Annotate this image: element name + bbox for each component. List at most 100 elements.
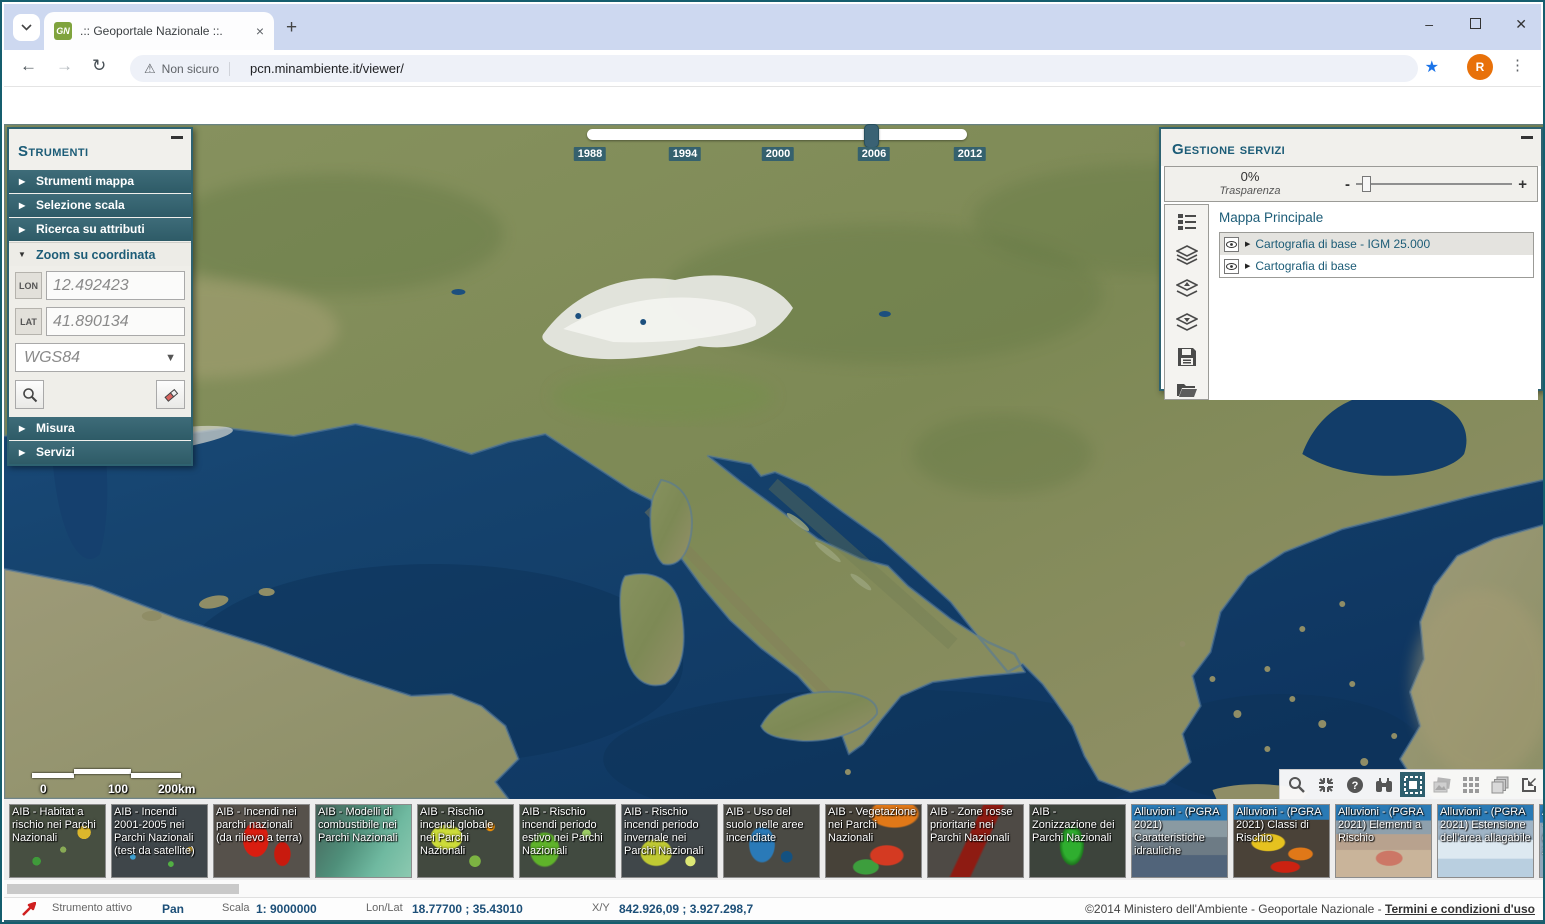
grid-icon: [1462, 776, 1480, 794]
thumbnail-scrollbar-track[interactable]: [4, 880, 1545, 897]
accordion-selezione-scala[interactable]: ▶Selezione scala: [9, 194, 191, 217]
layer-thumbnail[interactable]: AIB - Vegetazione nei Parchi Nazionali: [825, 804, 922, 878]
layer-thumbnail[interactable]: AIB - Rischio incendi periodo estivo nei…: [519, 804, 616, 878]
layer-thumbnail[interactable]: AIB - Habitat a rischio nei Parchi Nazio…: [9, 804, 106, 878]
chevron-down-icon: ▼: [18, 243, 26, 267]
chevron-right-icon[interactable]: ▶: [1245, 262, 1250, 270]
layer-row-cartografia-base[interactable]: ▶ Cartografia di base: [1220, 255, 1533, 277]
tools-panel-title: Strumenti: [9, 129, 191, 170]
layer-row-igm25000[interactable]: ▶ Cartografia di base - IGM 25.000: [1220, 233, 1533, 255]
red-arrow-icon: [22, 902, 36, 916]
forward-button[interactable]: →: [56, 56, 73, 76]
legend-icon[interactable]: [1177, 213, 1197, 236]
transparency-slider-track[interactable]: [1356, 183, 1512, 185]
window-minimize-button[interactable]: –: [1425, 16, 1433, 32]
panel-minimize-button[interactable]: [171, 136, 183, 139]
crs-value: WGS84: [24, 349, 80, 367]
timeline-slider-track[interactable]: [587, 129, 967, 140]
window-maximize-button[interactable]: [1470, 16, 1481, 32]
grid-button[interactable]: [1458, 772, 1483, 797]
layer-label[interactable]: Cartografia di base: [1255, 259, 1356, 273]
panel-minimize-button[interactable]: [1521, 136, 1533, 139]
accordion-servizi[interactable]: ▶ Servizi: [9, 441, 191, 464]
thumbnail-label: Alluvioni - (PGRA 2021): [1540, 805, 1545, 859]
zoom-box-button[interactable]: [1284, 772, 1309, 797]
scale-label: 0: [40, 782, 47, 796]
browser-tab[interactable]: GN .:: Geoportale Nazionale ::. ×: [44, 12, 274, 50]
url-text[interactable]: pcn.minambiente.it/viewer/: [250, 61, 404, 76]
transparency-minus-button[interactable]: -: [1345, 176, 1350, 193]
accordion-zoom-coordinata[interactable]: ▼Zoom su coordinata: [9, 242, 191, 266]
lon-input[interactable]: [46, 271, 185, 300]
timeline-year-label: 2012: [954, 147, 986, 161]
chevron-down-icon: [21, 24, 32, 31]
overview-map-button[interactable]: [1400, 772, 1425, 797]
services-icon-toolbar: [1164, 204, 1209, 400]
accordion-ricerca-attributi[interactable]: ▶Ricerca su attributi: [9, 218, 191, 241]
chevron-right-icon: ▶: [19, 170, 25, 193]
transparency-slider-thumb[interactable]: [1362, 176, 1371, 192]
help-button[interactable]: ?: [1342, 772, 1367, 797]
security-label[interactable]: Non sicuro: [162, 62, 230, 76]
profile-avatar[interactable]: R: [1467, 54, 1493, 80]
transparency-plus-button[interactable]: +: [1518, 176, 1527, 193]
thumbnail-label: Alluvioni - (PGRA 2021) Estensione dell'…: [1438, 805, 1533, 846]
accordion-misura[interactable]: ▶Misura: [9, 417, 191, 440]
layer-thumbnail[interactable]: AIB - Modelli di combustibile nei Parchi…: [315, 804, 412, 878]
thumbnail-label: AIB - Rischio incendi globale nei Parchi…: [418, 805, 513, 859]
find-button[interactable]: [1371, 772, 1396, 797]
timeline-slider-thumb[interactable]: [864, 124, 879, 148]
layer-thumbnail[interactable]: AIB - Zonizzazione dei Parchi Nazionali: [1029, 804, 1126, 878]
accordion-label: Servizi: [36, 445, 75, 459]
layer-thumbnail[interactable]: AIB - Incendi nei parchi nazionali (da r…: [213, 804, 310, 878]
layer-label[interactable]: Cartografia di base - IGM 25.000: [1255, 237, 1430, 251]
layer-visibility-toggle[interactable]: [1224, 259, 1239, 274]
map-viewport[interactable]: 1988 1994 2000 2006 2012 Strumenti ▶Stru…: [4, 124, 1545, 799]
transparency-control: 0% Trasparenza - +: [1164, 166, 1538, 202]
layer-thumbnail[interactable]: AIB - Rischio incendi globale nei Parchi…: [417, 804, 514, 878]
export-button[interactable]: [1516, 772, 1541, 797]
save-map-icon[interactable]: [1177, 347, 1197, 372]
clear-coordinate-button[interactable]: [156, 380, 185, 409]
chevron-down-icon: ▼: [165, 352, 176, 364]
back-button[interactable]: ←: [20, 56, 37, 76]
layer-thumbnail-strip: AIB - Habitat a rischio nei Parchi Nazio…: [4, 799, 1545, 880]
bookmark-star-icon[interactable]: ★: [1425, 57, 1439, 77]
lat-input[interactable]: [46, 307, 185, 336]
chevron-right-icon: ▶: [19, 441, 25, 464]
images-button[interactable]: [1429, 772, 1454, 797]
terms-link[interactable]: Termini e condizioni d'uso: [1385, 902, 1535, 916]
layer-thumbnail[interactable]: Alluvioni - (PGRA 2021) Caratteristiche …: [1131, 804, 1228, 878]
layer-thumbnail[interactable]: AIB - Incendi 2001-2005 nei Parchi Nazio…: [111, 804, 208, 878]
binoculars-icon: [1375, 776, 1393, 794]
thumbnail-scrollbar-thumb[interactable]: [7, 884, 239, 894]
layer-visibility-toggle[interactable]: [1224, 237, 1239, 252]
zoom-to-coordinate-button[interactable]: [15, 380, 44, 409]
new-tab-button[interactable]: +: [286, 17, 297, 39]
page-header-strip: [4, 88, 1541, 124]
layer-thumbnail[interactable]: AIB - Rischio incendi periodo invernale …: [621, 804, 718, 878]
crs-select[interactable]: WGS84 ▼: [15, 343, 185, 372]
lower-layer-icon[interactable]: [1176, 313, 1198, 338]
add-layers-icon[interactable]: [1176, 245, 1198, 270]
layer-thumbnail[interactable]: Alluvioni - (PGRA 2021) Estensione dell'…: [1437, 804, 1534, 878]
window-close-button[interactable]: ✕: [1515, 16, 1527, 33]
chevron-right-icon[interactable]: ▶: [1245, 240, 1250, 248]
layer-thumbnail[interactable]: AIB - Zone rosse prioritarie nei Parchi …: [927, 804, 1024, 878]
zoom-extent-button[interactable]: [1313, 772, 1338, 797]
layer-copies-button[interactable]: [1487, 772, 1512, 797]
raise-layer-icon[interactable]: [1176, 279, 1198, 304]
address-bar[interactable]: ⚠ Non sicuro pcn.minambiente.it/viewer/: [130, 55, 1418, 82]
browser-menu-icon[interactable]: ⋮: [1510, 56, 1525, 74]
layer-thumbnail[interactable]: Alluvioni - (PGRA 2021) Elementi a Risch…: [1335, 804, 1432, 878]
tab-search-button[interactable]: [13, 14, 40, 41]
browser-tab-bar: GN .:: Geoportale Nazionale ::. × + – ✕: [4, 4, 1541, 50]
magnifier-icon: [1288, 776, 1306, 794]
tab-close-icon[interactable]: ×: [256, 23, 264, 39]
layer-thumbnail[interactable]: Alluvioni - (PGRA 2021) Classi di Rischi…: [1233, 804, 1330, 878]
reload-button[interactable]: ↻: [92, 56, 106, 76]
layer-thumbnail-partial[interactable]: Alluvioni - (PGRA 2021): [1539, 804, 1545, 878]
open-map-icon[interactable]: [1176, 381, 1198, 403]
accordion-strumenti-mappa[interactable]: ▶Strumenti mappa: [9, 170, 191, 193]
layer-thumbnail[interactable]: AIB - Uso del suolo nelle aree incendiat…: [723, 804, 820, 878]
